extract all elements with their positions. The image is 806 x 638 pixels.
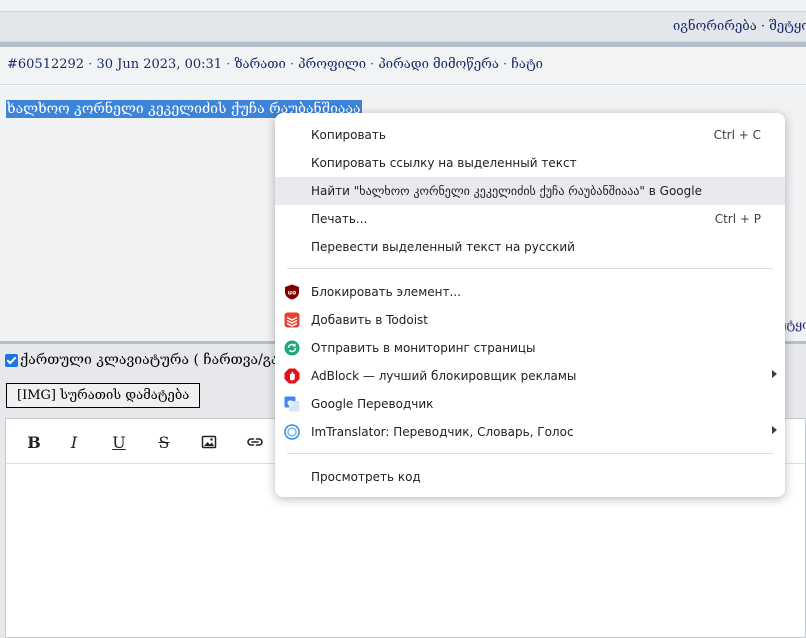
- post-id-link[interactable]: #60512292: [7, 57, 84, 72]
- image-icon[interactable]: [198, 431, 220, 453]
- add-image-button[interactable]: [IMG] სურათის დამატება: [6, 383, 201, 408]
- menu-item-search-google[interactable]: Найти "ხალხოო კორნელი კეკელიძის ქუჩა რაუ…: [275, 177, 785, 205]
- menu-item-todoist[interactable]: Добавить в Todoist: [275, 306, 785, 334]
- forum-row-top: [0, 0, 806, 12]
- strikethrough-button[interactable]: S: [153, 431, 175, 453]
- page-monitor-icon: [284, 340, 300, 356]
- menu-item-translate[interactable]: Перевести выделенный текст на русский: [275, 233, 785, 261]
- svg-text:uo: uo: [288, 290, 296, 297]
- keyboard-toggle[interactable]: ქართული კლავიატურა ( ჩართვა/გამო: [5, 352, 298, 368]
- menu-item-inspect[interactable]: Просмотреть код: [275, 463, 785, 491]
- post-meta: #60512292 · 30 Jun 2023, 00:31 · ზარათი …: [7, 57, 543, 72]
- menu-item-page-monitor[interactable]: Отправить в мониторинг страницы: [275, 334, 785, 362]
- menu-item-block-element[interactable]: uo Блокировать элемент...: [275, 278, 785, 306]
- menu-divider: [287, 453, 773, 454]
- menu-item-google-translate[interactable]: G Google Переводчик: [275, 390, 785, 418]
- menu-item-adblock[interactable]: AdBlock — лучший блокировщик рекламы: [275, 362, 785, 390]
- adblock-icon: [284, 368, 300, 384]
- keyboard-checkbox[interactable]: [5, 353, 18, 367]
- post-link-profile[interactable]: პროფილი: [298, 57, 366, 72]
- post-link-zarati[interactable]: ზარათი: [234, 57, 285, 72]
- chevron-right-icon: [772, 370, 777, 378]
- keyboard-label: ქართული კლავიატურა ( ჩართვა/გამო: [20, 352, 299, 368]
- menu-item-print[interactable]: Печать... Ctrl + P: [275, 205, 785, 233]
- post-link-chat[interactable]: ჩატი: [511, 57, 543, 72]
- imtranslator-icon: [284, 424, 300, 440]
- underline-button[interactable]: U: [108, 431, 130, 453]
- post-header: #60512292 · 30 Jun 2023, 00:31 · ზარათი …: [0, 47, 806, 85]
- ignore-links[interactable]: იგნორირება · შეტყო: [673, 19, 806, 34]
- forum-row-actions: იგნორირება · შეტყო: [0, 12, 806, 42]
- post-date: 30 Jun 2023, 00:31: [96, 57, 223, 72]
- menu-item-copy[interactable]: Копировать Ctrl + C: [275, 121, 785, 149]
- menu-divider: [287, 268, 773, 269]
- google-translate-icon: G: [284, 396, 300, 412]
- svg-text:G: G: [287, 400, 293, 408]
- menu-item-copy-link[interactable]: Копировать ссылку на выделенный текст: [275, 149, 785, 177]
- menu-item-imtranslator[interactable]: ImTranslator: Переводчик, Словарь, Голос: [275, 418, 785, 446]
- ublock-icon: uo: [284, 284, 300, 300]
- chevron-right-icon: [772, 426, 777, 434]
- link-icon[interactable]: [244, 431, 266, 453]
- post-link-pm[interactable]: პირადი მიმოწერა: [378, 57, 499, 72]
- italic-button[interactable]: I: [63, 431, 85, 453]
- todoist-icon: [284, 312, 300, 328]
- context-menu: Копировать Ctrl + C Копировать ссылку на…: [275, 113, 785, 497]
- bold-button[interactable]: B: [23, 431, 45, 453]
